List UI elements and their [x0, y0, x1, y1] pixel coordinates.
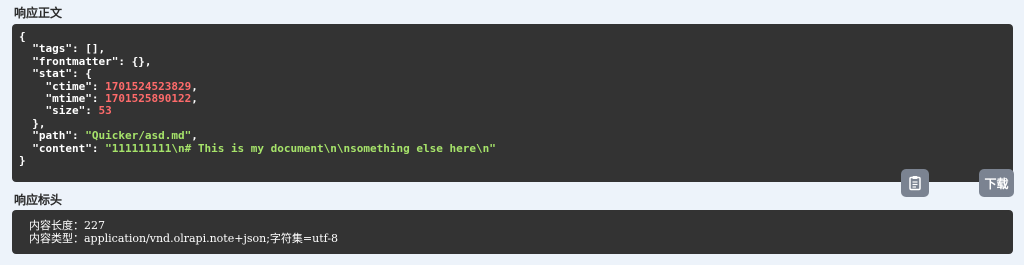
json-value-mtime: 1701525890122 — [105, 92, 192, 106]
json-key-path: "path" — [32, 129, 72, 143]
json-open-brace: { — [19, 30, 26, 43]
json-key-content: "content" — [32, 141, 92, 155]
json-stat-open: { — [85, 67, 92, 81]
json-key-frontmatter: "frontmatter" — [32, 54, 119, 68]
json-value-content: "111111111\n# This is my document\n\nsom… — [105, 141, 496, 155]
response-headers-panel: 内容长度：227 内容类型：application/vnd.olrapi.not… — [12, 210, 1013, 254]
json-key-size: "size" — [45, 104, 86, 118]
json-key-ctime: "ctime" — [45, 79, 92, 93]
api-response-viewer: 响应正文 { "tags": [], "frontmatter": {}, "s… — [0, 0, 1024, 265]
response-headers-list: 内容长度：227 内容类型：application/vnd.olrapi.not… — [29, 219, 1013, 245]
json-key-stat: "stat" — [32, 67, 72, 81]
json-value-frontmatter: {}, — [131, 54, 152, 68]
header-content-type: 内容类型：application/vnd.olrapi.note+json;字符… — [29, 232, 339, 245]
json-key-mtime: "mtime" — [45, 92, 92, 106]
json-value-path: "Quicker/asd.md" — [85, 129, 192, 143]
response-body-title: 响应正文 — [14, 6, 63, 20]
response-headers-title: 响应标头 — [14, 193, 63, 207]
download-button[interactable]: 下载 — [979, 169, 1014, 197]
json-stat-close: }, — [32, 116, 46, 130]
json-value-ctime: 1701524523829 — [105, 79, 192, 93]
json-value-size: 53 — [98, 104, 112, 118]
response-body-panel: { "tags": [], "frontmatter": {}, "stat":… — [12, 24, 1014, 197]
json-key-tags: "tags" — [32, 42, 72, 56]
copy-button[interactable] — [901, 169, 929, 197]
json-close-brace: } — [19, 154, 26, 168]
response-json: { "tags": [], "frontmatter": {}, "stat":… — [19, 30, 496, 168]
clipboard-icon — [907, 175, 923, 191]
json-value-tags: [], — [85, 42, 106, 56]
header-content-length: 内容长度：227 — [29, 219, 105, 232]
